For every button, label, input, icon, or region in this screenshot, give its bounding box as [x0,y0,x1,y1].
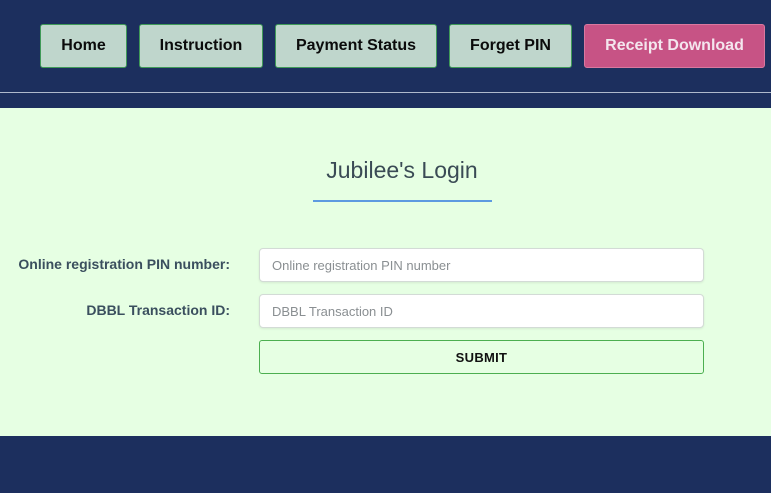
top-navigation-bar: Home Instruction Payment Status Forget P… [0,0,771,108]
nav-instruction-button[interactable]: Instruction [139,24,263,68]
nav-receipt-download-button[interactable]: Receipt Download [584,24,765,68]
nav-home-button[interactable]: Home [40,24,127,68]
transaction-id-input[interactable] [259,294,704,328]
pin-input[interactable] [259,248,704,282]
footer-bar [0,436,771,493]
title-underline [313,200,492,202]
page-title: Jubilee's Login [326,157,478,183]
submit-button[interactable]: SUBMIT [259,340,704,374]
pin-label: Online registration PIN number: [18,256,230,272]
transaction-id-label: DBBL Transaction ID: [86,302,230,318]
nav-forget-pin-button[interactable]: Forget PIN [449,24,572,68]
nav-payment-status-button[interactable]: Payment Status [275,24,437,68]
header-divider [0,92,771,93]
